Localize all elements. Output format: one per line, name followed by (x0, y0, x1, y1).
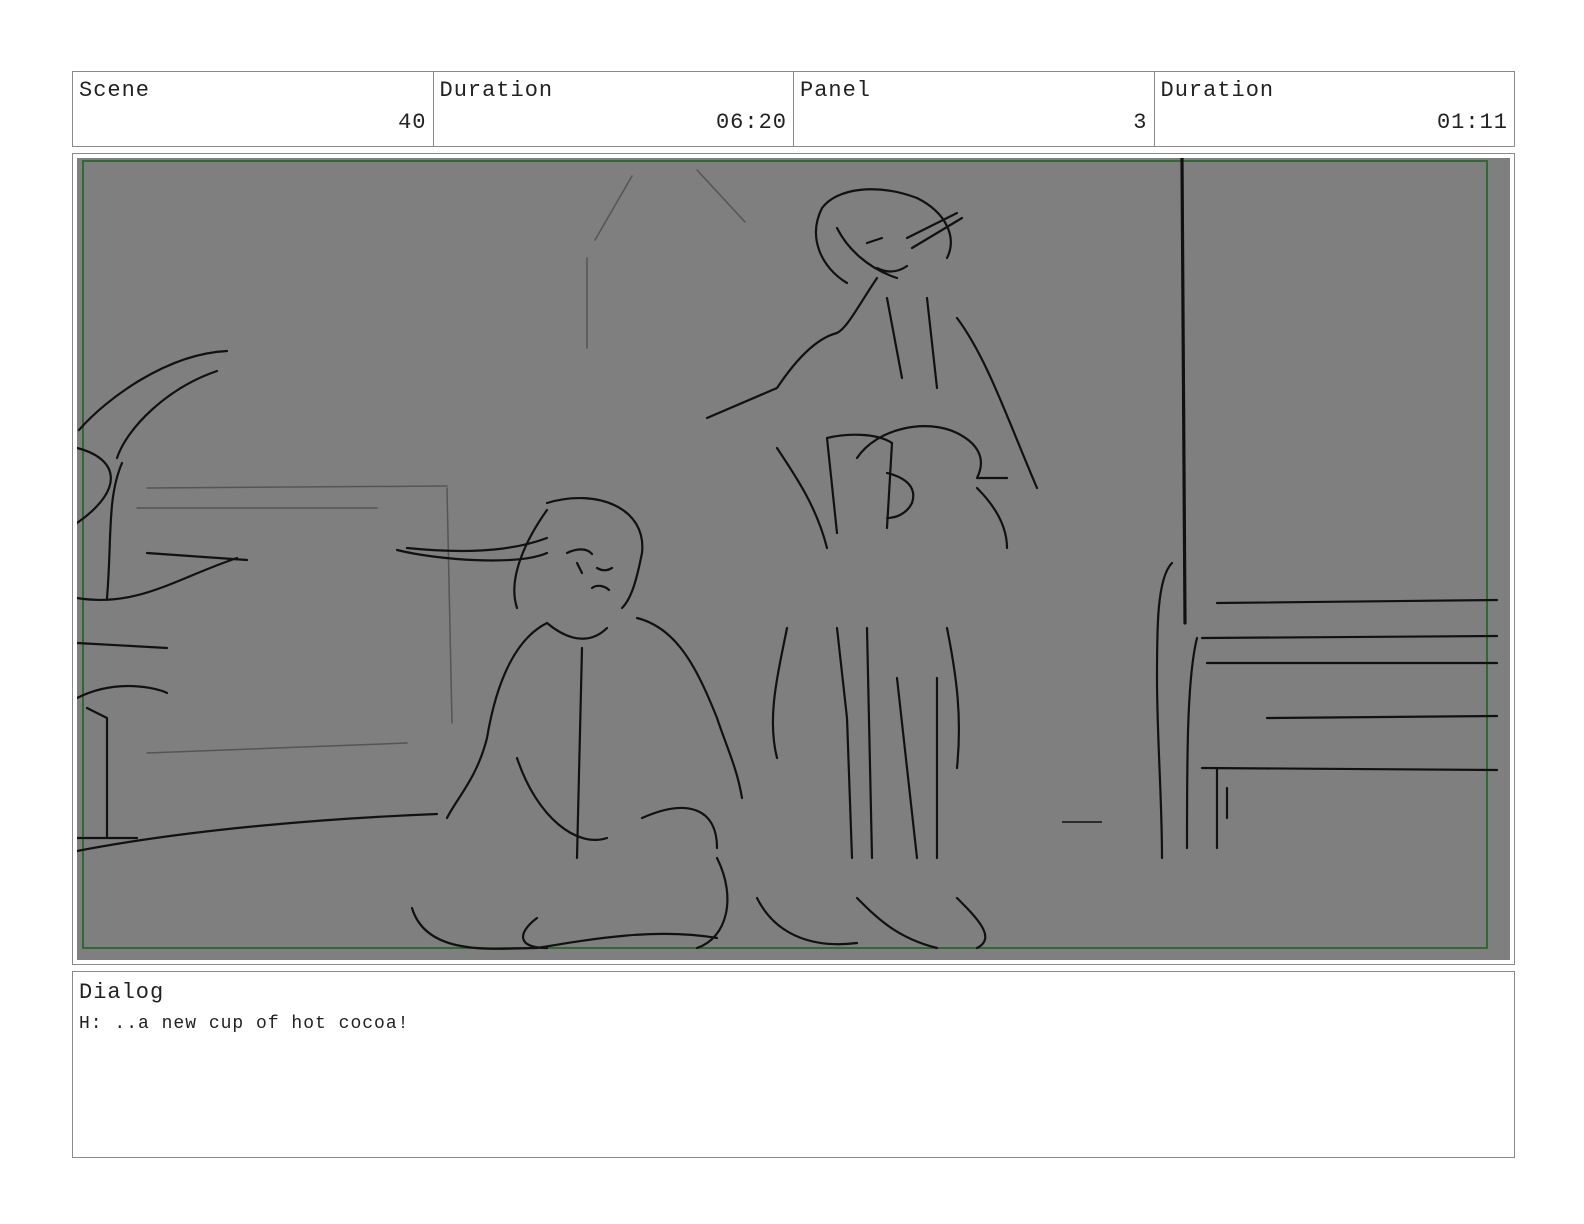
safe-area-border (82, 160, 1488, 949)
standing-character-mug (825, 433, 915, 535)
seated-character-face (565, 548, 614, 592)
panel-number: 3 (1133, 110, 1148, 135)
standing-character-torso (705, 276, 1039, 550)
scene-duration-cell: Duration 06:20 (434, 72, 794, 146)
scene-number: 40 (398, 110, 427, 135)
standing-character-head (814, 188, 964, 285)
dialog-box: Dialog H: ..a new cup of hot cocoa! (72, 971, 1515, 1158)
background-arch (586, 169, 746, 349)
panel-duration-label: Duration (1160, 78, 1275, 103)
dialog-label: Dialog (79, 980, 165, 1005)
panel-cell: Panel 3 (794, 72, 1155, 146)
right-bed (1155, 561, 1499, 860)
storyboard-header: Scene 40 Duration 06:20 Panel 3 Duration… (72, 71, 1515, 147)
storyboard-panel-frame (72, 153, 1515, 965)
panel-duration-cell: Duration 01:11 (1155, 72, 1515, 146)
sketch-drawing (77, 158, 1499, 950)
left-armchair (77, 349, 439, 853)
seated-character-hair (395, 496, 644, 610)
scene-cell: Scene 40 (73, 72, 434, 146)
scene-duration-label: Duration (439, 78, 554, 103)
scene-label: Scene (79, 78, 151, 103)
seated-character-body (410, 616, 744, 950)
panel-duration-value: 01:11 (1436, 110, 1508, 135)
door-frame (1180, 158, 1187, 625)
dialog-text: H: ..a new cup of hot cocoa! (79, 1014, 410, 1034)
scene-duration-value: 06:20 (715, 110, 787, 135)
left-table (136, 485, 453, 754)
standing-character-legs (755, 626, 987, 950)
panel-label: Panel (800, 78, 872, 103)
storyboard-sketch (77, 158, 1510, 960)
